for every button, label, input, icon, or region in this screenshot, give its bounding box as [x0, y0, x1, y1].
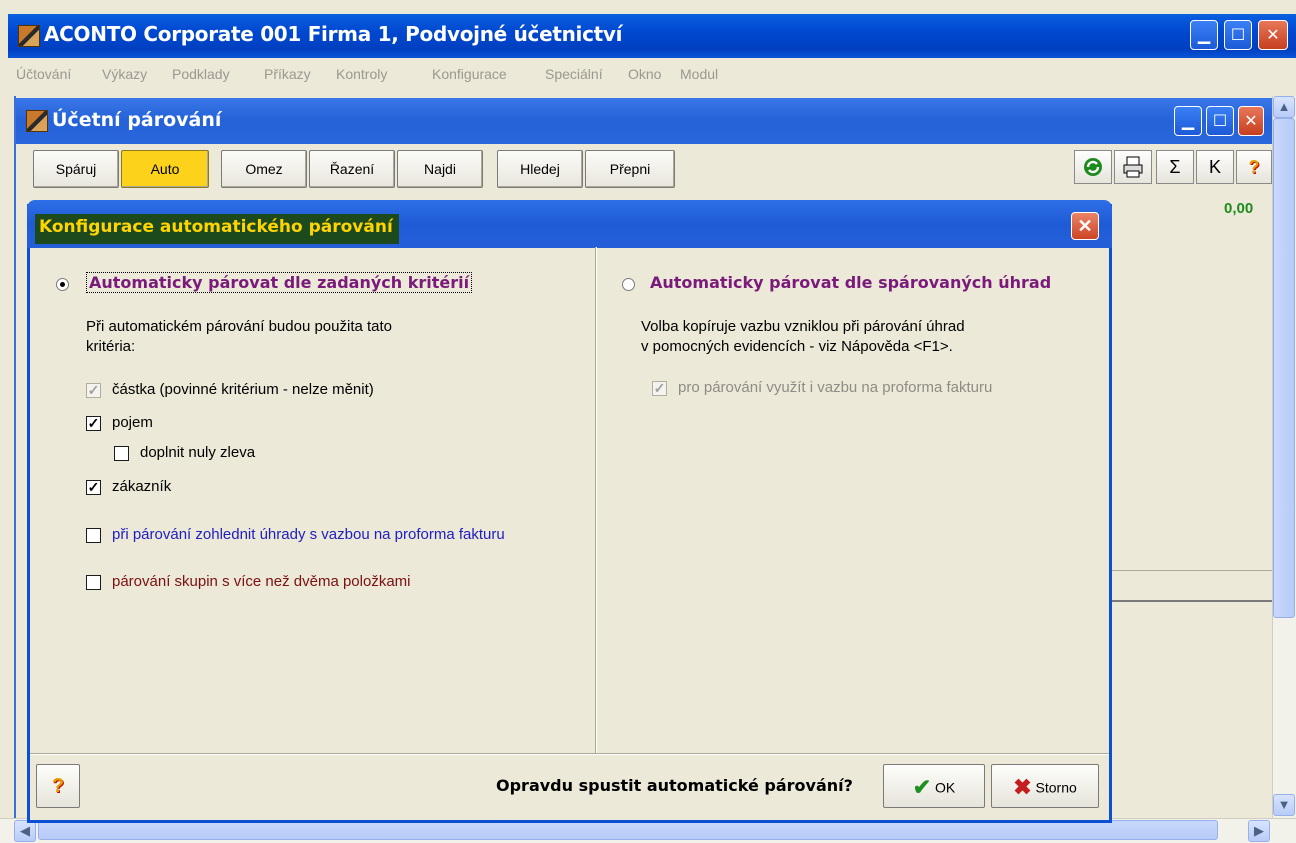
menu-item-konfigurace[interactable]: Konfigurace — [432, 66, 507, 82]
child-logo-icon — [26, 110, 48, 132]
child-close-icon[interactable]: ✕ — [1238, 106, 1264, 136]
najdi-button[interactable]: Najdi — [397, 150, 483, 188]
checkbox-skupiny-label[interactable]: párování skupin s více než dvěma položka… — [112, 573, 410, 590]
app-logo-icon — [18, 25, 40, 47]
hledej-button[interactable]: Hledej — [497, 150, 583, 188]
refresh-icon[interactable] — [1074, 150, 1112, 184]
dialog-title: Konfigurace automatického párování — [35, 214, 399, 244]
prepni-button[interactable]: Přepni — [585, 150, 675, 188]
dialog-titlebar: Konfigurace automatického párování — [27, 200, 1112, 248]
checkbox-zakaznik-label[interactable]: zákazník — [112, 478, 171, 495]
storno-label: Storno — [1035, 779, 1077, 796]
checkbox-doplnit-nuly[interactable] — [114, 446, 129, 461]
grid-line — [1112, 570, 1272, 571]
menu-item-vykazy[interactable]: Výkazy — [102, 66, 147, 82]
total-value: 0,00 — [1224, 200, 1254, 217]
bottom-divider — [30, 753, 1109, 755]
minimize-icon[interactable]: ▁ — [1190, 20, 1218, 50]
help-icon[interactable]: ? — [1236, 150, 1272, 184]
radio-criteria[interactable] — [56, 278, 69, 291]
checkbox-proforma-link-label: pro párování využít i vazbu na proforma … — [678, 379, 993, 396]
omez-button[interactable]: Omez — [221, 150, 307, 188]
scroll-right-icon[interactable]: ▶ — [1248, 820, 1270, 842]
dialog-close-icon[interactable]: ✕ — [1071, 212, 1099, 240]
checkbox-doplnit-nuly-label[interactable]: doplnit nuly zleva — [140, 444, 255, 461]
menu-item-okno[interactable]: Okno — [628, 66, 661, 82]
checkbox-proforma-label[interactable]: při párování zohlednit úhrady s vazbou n… — [112, 526, 505, 543]
menu-item-uctovani[interactable]: Účtování — [16, 66, 71, 82]
k-icon[interactable]: K — [1196, 150, 1234, 184]
confirm-question: Opravdu spustit automatické párování? — [496, 776, 853, 795]
checkbox-proforma-link: ✓ — [652, 380, 667, 396]
criteria-desc-line2: kritéria: — [86, 338, 136, 355]
menu-item-prikazy[interactable]: Příkazy — [264, 66, 311, 82]
menu-item-modul[interactable]: Modul — [680, 66, 718, 82]
sparuj-button[interactable]: Spáruj — [33, 150, 119, 188]
checkbox-pojem-label[interactable]: pojem — [112, 414, 153, 431]
cancel-x-icon: ✖ — [1013, 774, 1032, 800]
child-title: Účetní párování — [52, 109, 222, 131]
auto-button[interactable]: Auto — [121, 150, 209, 188]
checkbox-castka-label: částka (povinné kritérium - nelze měnit) — [112, 381, 374, 398]
ok-button[interactable]: ✔ OK — [883, 764, 985, 808]
checkbox-zakaznik[interactable]: ✓ — [86, 480, 101, 495]
child-titlebar: Účetní párování ▁ ☐ ✕ — [16, 98, 1280, 144]
radio-criteria-label[interactable]: Automaticky párovat dle zadaných kritéri… — [86, 272, 473, 293]
vertical-scroll-thumb[interactable] — [1273, 118, 1295, 618]
menu-item-podklady[interactable]: Podklady — [172, 66, 230, 82]
paired-desc-line1: Volba kopíruje vazbu vzniklou při párová… — [641, 318, 965, 335]
dialog-help-icon[interactable]: ? — [36, 764, 80, 808]
scroll-down-icon[interactable]: ▼ — [1273, 794, 1295, 816]
panel-divider — [595, 247, 597, 753]
check-icon: ✔ — [912, 774, 932, 800]
print-icon[interactable] — [1114, 150, 1152, 184]
config-dialog — [27, 204, 1112, 823]
maximize-icon[interactable]: ☐ — [1224, 20, 1252, 50]
checkbox-castka: ✓ — [86, 382, 101, 398]
storno-button[interactable]: ✖ Storno — [991, 764, 1099, 808]
app-title: ACONTO Corporate 001 Firma 1, Podvojné ú… — [44, 22, 623, 46]
grid-divider — [1112, 600, 1272, 602]
scroll-up-icon[interactable]: ▲ — [1273, 96, 1295, 118]
close-icon[interactable]: ✕ — [1258, 20, 1288, 50]
checkbox-proforma[interactable] — [86, 528, 101, 543]
radio-paired-payments[interactable] — [622, 278, 635, 291]
menu-item-specialni[interactable]: Speciální — [545, 66, 603, 82]
paired-desc-line2: v pomocných evidencích - viz Nápověda <F… — [641, 338, 953, 355]
child-minimize-icon[interactable]: ▁ — [1174, 106, 1202, 136]
menu-bar: Účtování Výkazy Podklady Příkazy Kontrol… — [8, 58, 1296, 94]
ok-label: OK — [935, 779, 956, 796]
app-titlebar: ACONTO Corporate 001 Firma 1, Podvojné ú… — [8, 14, 1296, 58]
scroll-left-icon[interactable]: ◀ — [14, 820, 36, 842]
radio-paired-payments-label[interactable]: Automaticky párovat dle spárovaných úhra… — [650, 273, 1051, 292]
sum-icon[interactable]: Σ — [1156, 150, 1194, 184]
criteria-desc-line1: Při automatickém párování budou použita … — [86, 318, 393, 335]
checkbox-pojem[interactable]: ✓ — [86, 416, 101, 431]
checkbox-skupiny[interactable] — [86, 575, 101, 590]
child-maximize-icon[interactable]: ☐ — [1206, 106, 1234, 136]
horizontal-scroll-thumb[interactable] — [38, 820, 1218, 840]
razeni-button[interactable]: Řazení — [309, 150, 395, 188]
menu-item-kontroly[interactable]: Kontroly — [336, 66, 387, 82]
